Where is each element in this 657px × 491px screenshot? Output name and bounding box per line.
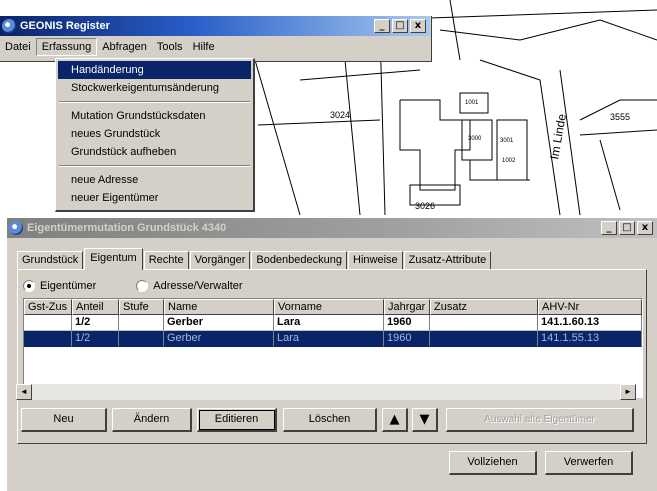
tab-vorgaenger[interactable]: Vorgänger xyxy=(189,251,251,270)
table-row[interactable]: 1/2 Gerber Lara 1960 141.1.60.13 xyxy=(24,315,642,331)
cell-anteil[interactable]: 1/2 xyxy=(72,315,119,331)
cell-name[interactable]: Gerber xyxy=(164,315,274,331)
tab-hinweise[interactable]: Hinweise xyxy=(348,251,403,270)
menu-hilfe[interactable]: Hilfe xyxy=(188,39,220,55)
street-label: Im Linde xyxy=(547,112,569,160)
menu-item-neuer-eigentuemer[interactable]: neuer Eigentümer xyxy=(58,189,251,207)
cell-ahv-nr[interactable]: 141.1.55.13 xyxy=(538,331,642,347)
column-header-name[interactable]: Name xyxy=(164,299,274,315)
eigentuemermutation-titlebar[interactable]: Eigentümermutation Grundstück 4340 _ □ x xyxy=(7,218,657,238)
column-header-zusatz[interactable]: Zusatz xyxy=(430,299,538,315)
menu-abfragen[interactable]: Abfragen xyxy=(97,39,152,55)
scroll-left-icon[interactable]: ◄ xyxy=(16,384,32,400)
map-label: 1001 xyxy=(465,100,479,106)
move-down-icon[interactable]: ▼ xyxy=(412,408,438,432)
radio-adresse-verwalter-label[interactable]: Adresse/Verwalter xyxy=(153,280,242,292)
vollziehen-button[interactable]: Vollziehen xyxy=(449,451,537,475)
minimize-icon[interactable]: _ xyxy=(374,19,390,33)
menu-item-mutation-grundstuecksdaten[interactable]: Mutation Grundstücksdaten xyxy=(58,107,251,125)
cell-jahrgang[interactable]: 1960 xyxy=(384,331,430,347)
tab-grundstueck[interactable]: Grundstück xyxy=(17,251,84,270)
verwerfen-button[interactable]: Verwerfen xyxy=(545,451,633,475)
radio-eigentuemer[interactable] xyxy=(23,280,35,292)
geonis-register-window: GEONIS Register _ □ x Datei Erfassung Ab… xyxy=(0,16,432,62)
menu-datei[interactable]: Datei xyxy=(0,39,36,55)
menu-item-neues-grundstueck[interactable]: neues Grundstück xyxy=(58,125,251,143)
move-up-icon[interactable]: ▲ xyxy=(382,408,408,432)
geonis-titlebar[interactable]: GEONIS Register _ □ x xyxy=(0,16,430,36)
radio-selected-dot xyxy=(27,284,31,288)
column-header-gst-zus[interactable]: Gst-Zus xyxy=(24,299,72,315)
map-label: 3026 xyxy=(415,201,435,211)
maximize-icon[interactable]: □ xyxy=(392,19,408,33)
column-header-vorname[interactable]: Vorname xyxy=(274,299,384,315)
column-header-ahv-nr[interactable]: AHV-Nr xyxy=(538,299,642,315)
radio-eigentuemer-label[interactable]: Eigentümer xyxy=(40,280,96,292)
cell-gst-zus[interactable] xyxy=(24,331,72,347)
loeschen-button[interactable]: Löschen xyxy=(283,408,377,432)
cell-stufe[interactable] xyxy=(119,331,164,347)
auswahl-alte-eigentuemer-button[interactable]: Auswahl alte Eigentümer xyxy=(446,408,634,432)
eig-window-title: Eigentümermutation Grundstück 4340 xyxy=(27,222,227,234)
tab-eigentum[interactable]: Eigentum xyxy=(84,248,143,270)
aendern-button[interactable]: Ändern xyxy=(112,408,192,432)
geonis-app-icon xyxy=(2,19,16,33)
table-header-row: Gst-Zus Anteil Stufe Name Vorname Jahrga… xyxy=(24,299,642,315)
eigentuemermutation-window: Eigentümermutation Grundstück 4340 _ □ x… xyxy=(6,217,657,491)
cell-stufe[interactable] xyxy=(119,315,164,331)
geonis-window-title: GEONIS Register xyxy=(20,20,110,32)
cell-vorname[interactable]: Lara xyxy=(274,315,384,331)
tab-bodenbedeckung[interactable]: Bodenbedeckung xyxy=(251,251,347,270)
map-label: 1002 xyxy=(502,158,516,164)
cell-zusatz[interactable] xyxy=(430,331,538,347)
column-header-jahrgang[interactable]: Jahrgar xyxy=(384,299,430,315)
erfassung-dropdown-menu: Handänderung Stockwerkeigentumsänderung … xyxy=(55,58,255,212)
radio-adresse-verwalter[interactable] xyxy=(136,280,149,292)
tab-zusatz-attribute[interactable]: Zusatz-Attribute xyxy=(403,251,492,270)
menu-separator xyxy=(59,101,250,103)
menu-erfassung[interactable]: Erfassung xyxy=(35,38,98,56)
cell-jahrgang[interactable]: 1960 xyxy=(384,315,430,331)
geonis-menubar: Datei Erfassung Abfragen Tools Hilfe xyxy=(0,37,430,57)
cell-zusatz[interactable] xyxy=(430,315,538,331)
close-icon[interactable]: x xyxy=(637,221,653,235)
cell-vorname[interactable]: Lara xyxy=(274,331,384,347)
map-label: 3000 xyxy=(468,136,482,142)
close-icon[interactable]: x xyxy=(410,19,426,33)
map-label: 3024 xyxy=(330,110,350,120)
cell-gst-zus[interactable] xyxy=(24,315,72,331)
column-header-anteil[interactable]: Anteil xyxy=(72,299,119,315)
scroll-right-icon[interactable]: ► xyxy=(620,384,636,400)
editieren-button[interactable]: Editieren xyxy=(197,408,277,432)
column-header-stufe[interactable]: Stufe xyxy=(119,299,164,315)
menu-item-neue-adresse[interactable]: neue Adresse xyxy=(58,171,251,189)
menu-item-handaenderung[interactable]: Handänderung xyxy=(58,61,251,79)
minimize-icon[interactable]: _ xyxy=(601,221,617,235)
table-horizontal-scrollbar[interactable]: ◄ ► xyxy=(16,384,636,400)
eig-app-icon xyxy=(9,221,23,235)
tab-rechte[interactable]: Rechte xyxy=(143,251,189,270)
map-label: 3001 xyxy=(500,138,514,144)
cell-anteil[interactable]: 1/2 xyxy=(72,331,119,347)
table-row-selected[interactable]: 1/2 Gerber Lara 1960 141.1.55.13 xyxy=(24,331,642,347)
map-label: 3555 xyxy=(610,112,630,122)
cell-ahv-nr[interactable]: 141.1.60.13 xyxy=(538,315,642,331)
owner-type-radio-group: Eigentümer Adresse/Verwalter xyxy=(23,280,283,292)
neu-button[interactable]: Neu xyxy=(21,408,107,432)
menu-item-grundstueck-aufheben[interactable]: Grundstück aufheben xyxy=(58,143,251,161)
owners-table: Gst-Zus Anteil Stufe Name Vorname Jahrga… xyxy=(23,298,643,398)
maximize-icon[interactable]: □ xyxy=(619,221,635,235)
cell-name[interactable]: Gerber xyxy=(164,331,274,347)
menu-separator xyxy=(59,165,250,167)
menu-tools[interactable]: Tools xyxy=(152,39,188,55)
menu-item-stockwerkeigentumsaenderung[interactable]: Stockwerkeigentumsänderung xyxy=(58,79,251,97)
tab-strip: Grundstück Eigentum Rechte Vorgänger Bod… xyxy=(17,248,492,270)
